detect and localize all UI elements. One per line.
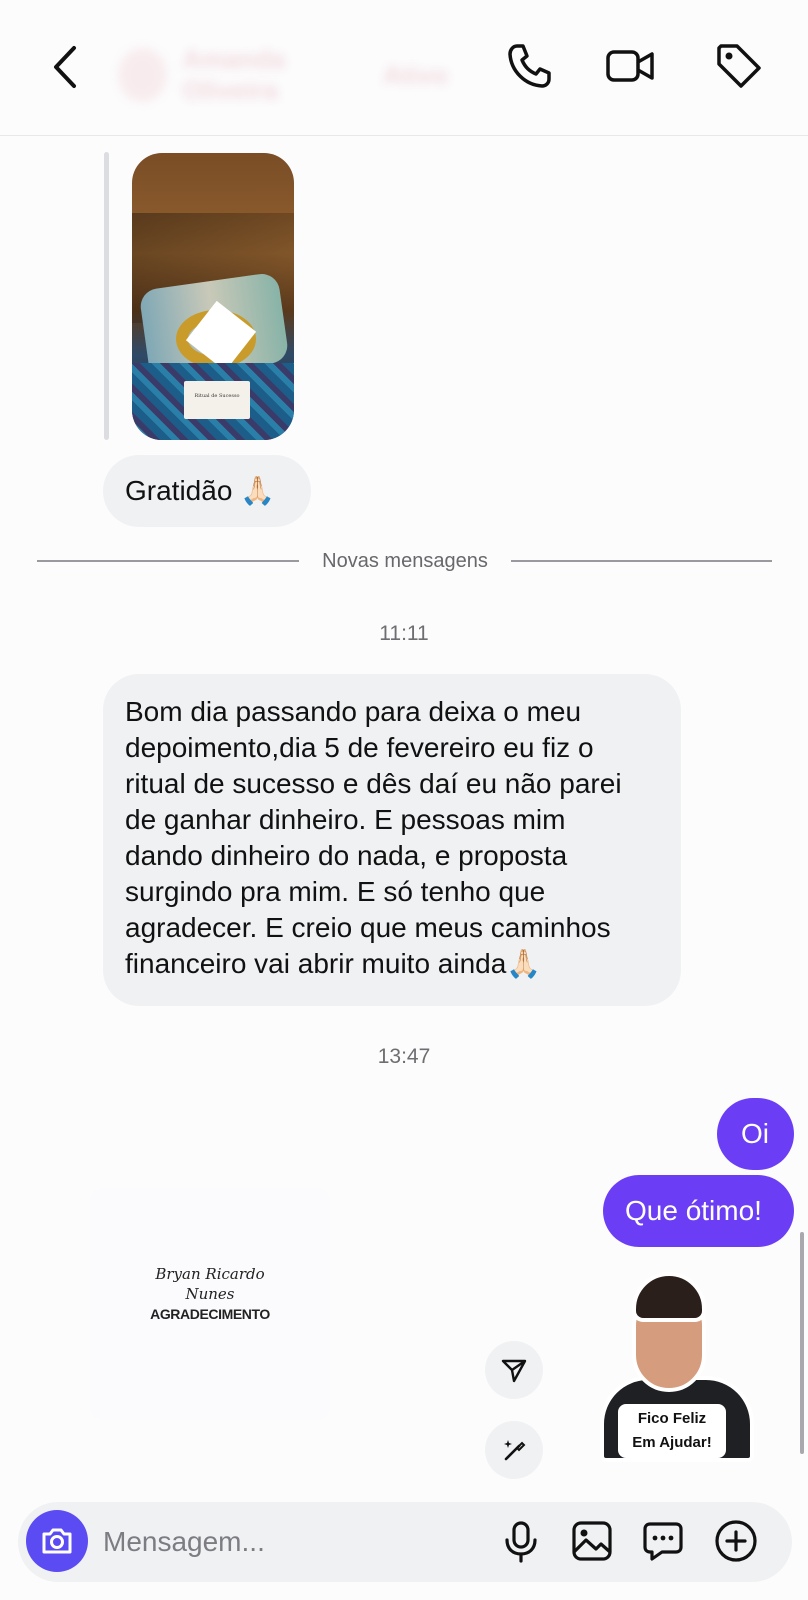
- message-composer: [18, 1502, 792, 1582]
- sticker-caption: Fico Feliz Em Ajudar!: [618, 1404, 726, 1458]
- incoming-message[interactable]: Bom dia passando para deixa o meu depoim…: [103, 674, 681, 1006]
- contact-name: Amanda Oliveira: [182, 44, 286, 105]
- back-icon: [54, 46, 76, 88]
- reply-indicator: [104, 152, 109, 440]
- contact-status: Ativo: [383, 59, 448, 90]
- timestamp: 11:11: [379, 622, 429, 645]
- scrollbar[interactable]: [800, 1232, 804, 1454]
- card-signature: Bryan Ricardo: [155, 1265, 265, 1283]
- video-call-button[interactable]: [605, 40, 657, 92]
- share-button[interactable]: [485, 1341, 543, 1399]
- shared-photo[interactable]: Ritual de Sucesso: [132, 153, 294, 440]
- mic-icon: [505, 1521, 537, 1563]
- outgoing-message[interactable]: Oi: [717, 1098, 794, 1170]
- back-button[interactable]: [44, 42, 88, 92]
- card-heading: AGRADECIMENTO: [150, 1306, 270, 1322]
- voice-message-button[interactable]: [498, 1518, 544, 1564]
- chat-header: Amanda Oliveira Ativo: [0, 0, 808, 136]
- contact-info[interactable]: Amanda Oliveira Ativo: [118, 44, 448, 105]
- plus-icon: [715, 1520, 757, 1562]
- camera-button[interactable]: [26, 1510, 88, 1572]
- camera-icon: [42, 1528, 72, 1554]
- sticker-line: Fico Feliz: [637, 1410, 707, 1427]
- outgoing-message[interactable]: Que ótimo!: [603, 1175, 794, 1247]
- card-signature: Nunes: [185, 1285, 235, 1303]
- video-icon: [606, 50, 654, 82]
- avatar: [118, 48, 167, 102]
- new-messages-divider: Novas mensagens: [322, 550, 488, 572]
- tag-button[interactable]: [713, 40, 765, 92]
- incoming-message[interactable]: Gratidão 🙏🏻: [103, 455, 311, 527]
- tag-icon: [717, 44, 761, 88]
- sticker-line: Em Ajudar!: [632, 1434, 712, 1451]
- sparkle-brush-icon: [504, 1440, 526, 1461]
- chat-bubble-icon: [643, 1522, 683, 1561]
- call-button[interactable]: [503, 40, 555, 92]
- divider-line: [37, 560, 299, 562]
- gratitude-card-image[interactable]: Bryan Ricardo Nunes AGRADECIMENTO: [90, 1188, 330, 1420]
- gallery-icon: [572, 1521, 612, 1561]
- photo-card-text: Ritual de Sucesso: [184, 381, 250, 419]
- chat-options-button[interactable]: [640, 1518, 686, 1564]
- message-input[interactable]: [103, 1522, 403, 1562]
- timestamp: 13:47: [377, 1045, 431, 1068]
- sticker[interactable]: Fico Feliz Em Ajudar!: [594, 1272, 760, 1466]
- gallery-button[interactable]: [569, 1518, 615, 1564]
- ai-edit-button[interactable]: [485, 1421, 543, 1479]
- phone-icon: [508, 44, 551, 88]
- divider-line: [511, 560, 772, 562]
- share-icon: [501, 1359, 527, 1383]
- more-options-button[interactable]: [713, 1518, 759, 1564]
